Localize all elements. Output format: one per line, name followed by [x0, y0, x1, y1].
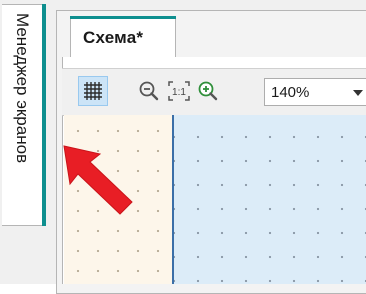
zoom-out-button[interactable] [134, 76, 164, 106]
actual-size-button[interactable]: 1:1 [164, 76, 194, 106]
editor-toolbar: 1:1 140% [62, 68, 366, 116]
zoom-level-value: 140% [271, 84, 310, 101]
document-tab-indicator [70, 16, 176, 19]
chevron-down-icon[interactable] [353, 90, 363, 96]
grid-toggle-button[interactable] [78, 76, 108, 106]
document-tab-label: Схема* [83, 28, 144, 47]
actual-size-label: 1:1 [172, 87, 186, 98]
red-arrow-pointer-icon [63, 145, 133, 215]
grid-icon [84, 82, 102, 100]
active-tab-indicator [42, 4, 46, 226]
zoom-in-button[interactable] [193, 76, 223, 106]
document-tab[interactable]: Схема* [70, 16, 176, 58]
zoom-level-dropdown[interactable]: 140% [264, 78, 366, 106]
schematic-canvas[interactable] [174, 115, 366, 284]
screen-manager-tab-label: Менеджер экранов [13, 13, 32, 164]
zoom-in-icon [198, 81, 218, 101]
screen-manager-tab[interactable]: Менеджер экранов [2, 4, 46, 226]
zoom-out-icon [139, 81, 159, 101]
actual-size-icon: 1:1 [168, 81, 190, 101]
